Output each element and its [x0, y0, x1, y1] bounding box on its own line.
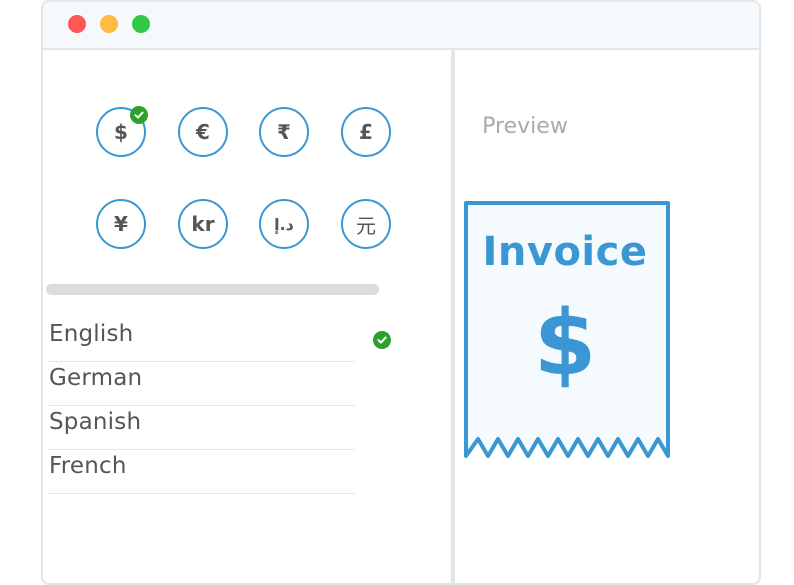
invoice-title: Invoice — [482, 229, 648, 275]
language-label: Spanish — [49, 409, 142, 435]
invoice-preview: Invoice $ — [462, 201, 672, 463]
selected-check-icon — [130, 106, 148, 124]
close-window-button[interactable] — [68, 15, 86, 33]
currency-symbol: € — [196, 120, 210, 144]
currency-button-kr[interactable]: kr — [178, 199, 228, 249]
currency-button-jpy[interactable]: ¥ — [96, 199, 146, 249]
language-label: English — [49, 321, 134, 347]
currency-symbol: kr — [191, 212, 215, 236]
currency-button-cny[interactable]: 元 — [341, 199, 391, 249]
list-item-french[interactable]: French — [48, 449, 355, 494]
horizontal-scrollbar[interactable] — [46, 284, 379, 295]
pane-divider — [451, 48, 455, 583]
maximize-window-button[interactable] — [132, 15, 150, 33]
list-item-english[interactable]: English — [48, 317, 391, 362]
language-label: German — [49, 365, 143, 391]
currency-symbol: د.إ — [274, 214, 294, 234]
list-item-german[interactable]: German — [48, 361, 355, 406]
currency-button-gbp[interactable]: £ — [341, 107, 391, 157]
minimize-window-button[interactable] — [100, 15, 118, 33]
preview-heading: Preview — [482, 114, 568, 139]
currency-button-eur[interactable]: € — [178, 107, 228, 157]
title-bar — [43, 2, 759, 50]
invoice-currency-symbol: $ — [533, 291, 597, 396]
currency-button-inr[interactable]: ₹ — [259, 107, 309, 157]
currency-symbol: ₹ — [277, 120, 291, 144]
currency-button-aed[interactable]: د.إ — [259, 199, 309, 249]
language-label: French — [49, 453, 127, 479]
currency-symbol: $ — [114, 120, 128, 144]
currency-symbol: 元 — [356, 213, 376, 238]
currency-symbol: £ — [359, 120, 373, 144]
list-item-spanish[interactable]: Spanish — [48, 405, 355, 450]
selected-check-icon — [373, 331, 391, 349]
currency-symbol: ¥ — [114, 212, 128, 236]
